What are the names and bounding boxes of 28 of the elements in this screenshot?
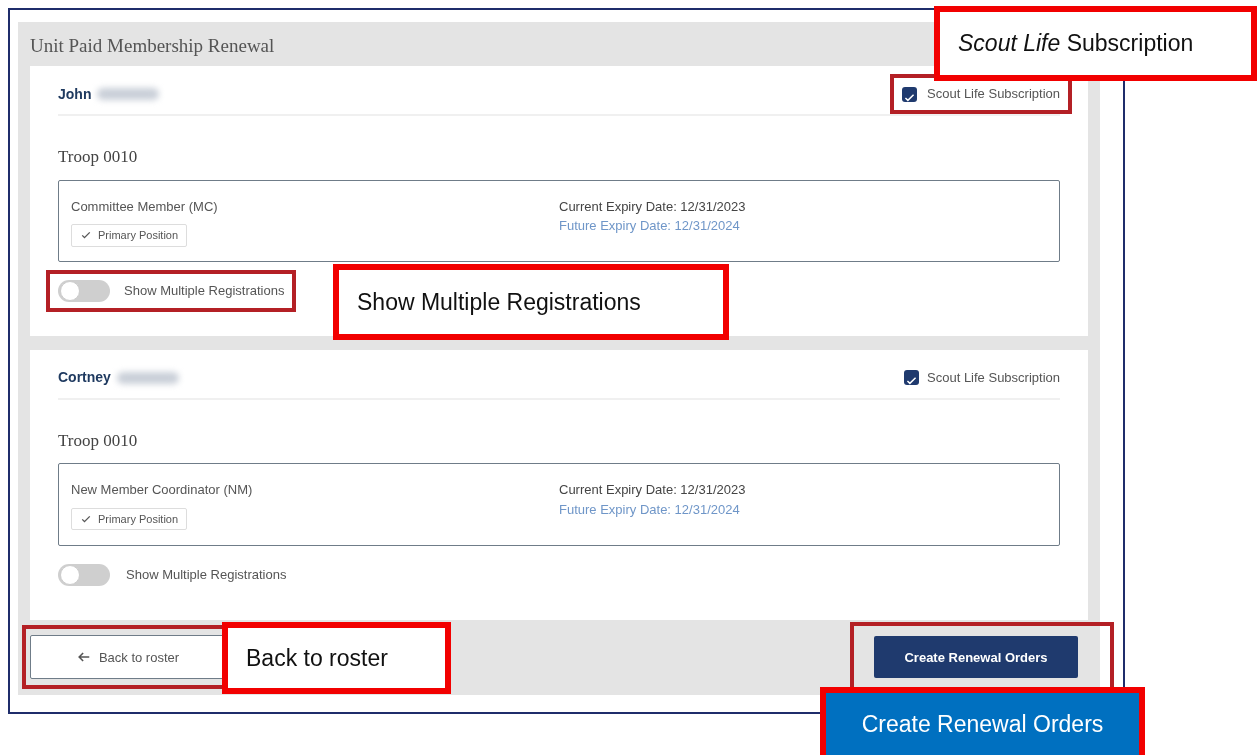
- callout-label: Scout Life Subscription: [934, 6, 1257, 81]
- toggle-switch[interactable]: [58, 563, 110, 586]
- member-name: Cortney: [58, 368, 111, 388]
- current-expiry-date: Current Expiry Date: 12/31/2023: [559, 481, 747, 500]
- position-title: Committee Member (MC): [71, 197, 219, 216]
- callout-label: Show Multiple Registrations: [333, 264, 729, 340]
- member-name: John: [58, 84, 92, 104]
- future-expiry-date: Future Expiry Date: 12/31/2024: [559, 500, 741, 519]
- toggle-label: Show Multiple Registrations: [126, 565, 287, 584]
- callout-label: Back to roster: [222, 622, 451, 694]
- current-expiry-date: Current Expiry Date: 12/31/2023: [559, 197, 747, 216]
- tag-label: Primary Position: [98, 511, 179, 527]
- unit-name: Troop 0010: [58, 146, 139, 168]
- toggle-label: Show Multiple Registrations: [124, 282, 285, 300]
- panel-title: Unit Paid Membership Renewal: [30, 34, 275, 58]
- position-title: New Member Coordinator (NM): [71, 481, 254, 500]
- check-icon: [80, 229, 92, 242]
- check-icon: [80, 513, 92, 525]
- subscription-label: Scout Life Subscription: [927, 85, 1060, 104]
- toggle-switch[interactable]: [58, 279, 110, 302]
- subscription-label: Scout Life Subscription: [927, 369, 1060, 387]
- callout-label: Create Renewal Orders: [820, 687, 1145, 755]
- subscription-checkbox[interactable]: [902, 86, 918, 102]
- subscription-checkbox[interactable]: [904, 370, 920, 386]
- future-expiry-date: Future Expiry Date: 12/31/2024: [559, 217, 741, 235]
- create-renewal-orders-button[interactable]: Create Renewal Orders: [874, 636, 1078, 679]
- tag-label: Primary Position: [98, 228, 179, 243]
- unit-name: Troop 0010: [58, 429, 139, 452]
